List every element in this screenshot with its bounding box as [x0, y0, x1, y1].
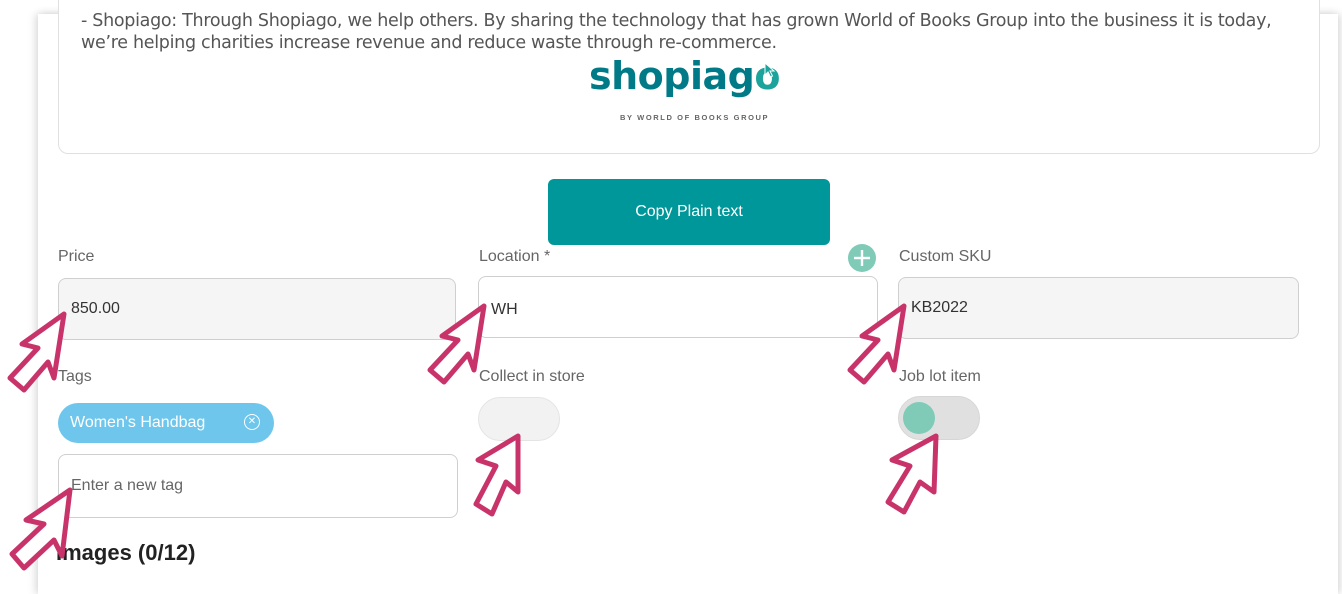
location-field[interactable]: WH [478, 276, 878, 338]
shopiago-logo: shopiago BY WORLD OF BOOKS GROUP [586, 54, 796, 134]
location-label: Location * [479, 248, 551, 265]
plus-circle-icon [854, 250, 870, 266]
tag-chip-label: Women's Handbag [70, 414, 206, 431]
pointer-cursor-icon [7, 311, 67, 393]
custom-sku-label: Custom SKU [899, 248, 992, 265]
custom-sku-field[interactable]: KB2022 [898, 277, 1299, 339]
new-tag-input[interactable]: Enter a new tag [58, 454, 458, 518]
logo-subtitle: BY WORLD OF BOOKS GROUP [620, 113, 770, 122]
description-text: - Shopiago: Through Shopiago, we help ot… [81, 11, 1272, 53]
close-circle-icon[interactable]: ✕ [244, 414, 260, 430]
tag-chip: Women's Handbag ✕ [58, 403, 274, 443]
logo-word-main: shopiag [589, 54, 755, 98]
copy-plain-text-button[interactable]: Copy Plain text [548, 179, 830, 245]
pointer-cursor-icon [847, 303, 907, 385]
price-label: Price [58, 248, 95, 265]
pointer-cursor-icon [427, 303, 487, 385]
pointer-cursor-icon [885, 433, 939, 515]
add-location-button[interactable] [848, 244, 876, 272]
price-field[interactable]: 850.00 [58, 278, 456, 340]
description-preview: - Shopiago: Through Shopiago, we help ot… [58, 0, 1320, 154]
new-tag-placeholder: Enter a new tag [71, 477, 184, 494]
pointer-cursor-icon [473, 433, 521, 517]
pointer-cursor-icon [9, 487, 73, 571]
logo-cursor-icon [764, 62, 776, 78]
